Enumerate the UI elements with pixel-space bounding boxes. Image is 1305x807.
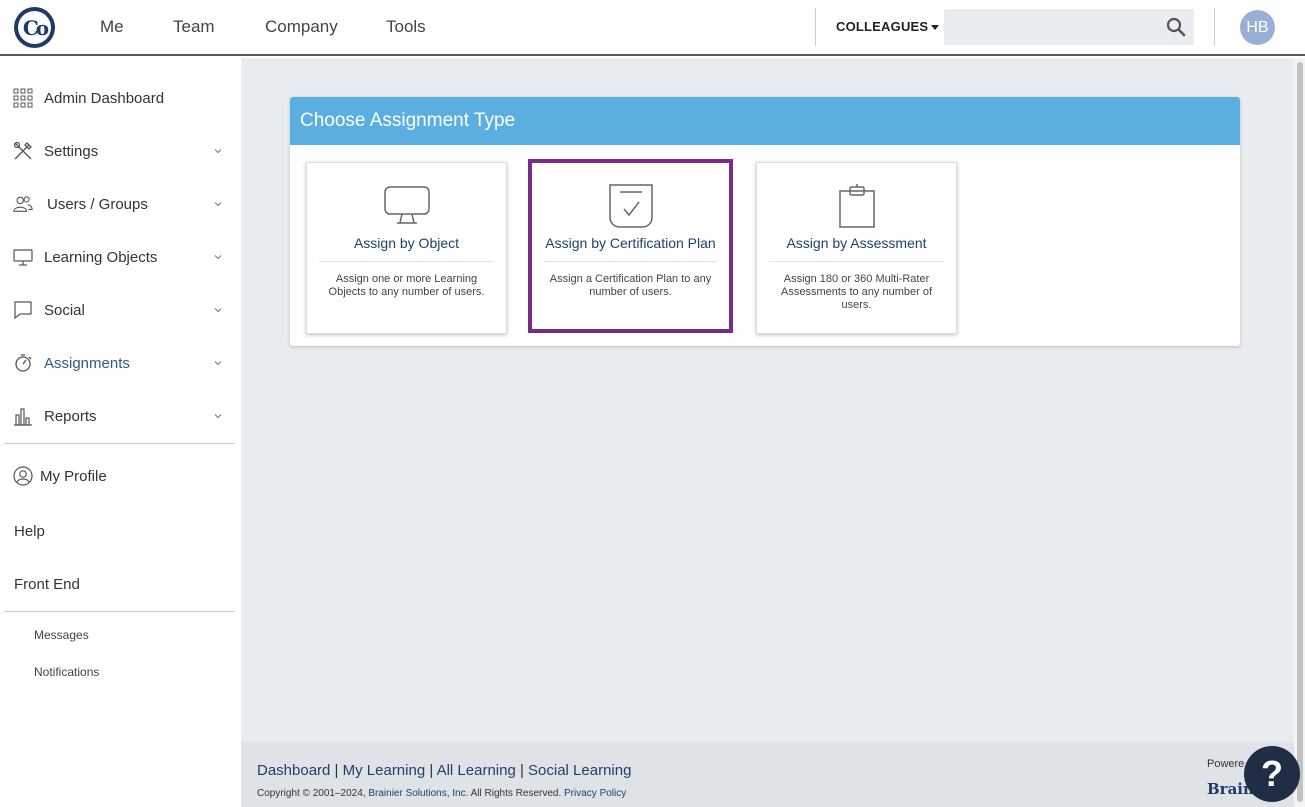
sidebar-item-reports[interactable]: Reports (0, 396, 241, 436)
nav-me[interactable]: Me (100, 17, 124, 37)
sidebar-item-label: Learning Objects (44, 248, 158, 266)
card-title: Assign by Certification Plan (545, 235, 716, 251)
scrollbar[interactable] (1294, 58, 1305, 807)
copyright: Copyright © 2001–2024, Brainier Solution… (257, 788, 626, 799)
scrollbar-thumb[interactable] (1297, 62, 1303, 802)
sidebar-item-settings[interactable]: Settings (0, 131, 241, 171)
chevron-down-icon (214, 414, 222, 419)
search-input[interactable] (944, 9, 1164, 45)
grid-icon (13, 88, 33, 108)
sidebar-item-label: Users / Groups (47, 195, 148, 213)
footer-link-my-learning[interactable]: My Learning (343, 762, 426, 779)
certificate-icon (608, 184, 653, 228)
sidebar: Admin Dashboard Settings Users / Groups … (0, 58, 241, 807)
help-button[interactable]: ? (1244, 746, 1300, 802)
sidebar-item-label: Social (44, 301, 85, 319)
sidebar-item-admin-dashboard[interactable]: Admin Dashboard (0, 78, 241, 118)
nav-tools[interactable]: Tools (386, 17, 426, 37)
search-icon[interactable] (1166, 17, 1186, 37)
search-box (944, 9, 1194, 45)
sidebar-item-label: Settings (44, 142, 99, 160)
footer-link-dashboard[interactable]: Dashboard (257, 762, 330, 779)
card-assign-by-certification-plan[interactable]: Assign by Certification Plan Assign a Ce… (528, 159, 733, 333)
card-assign-by-object[interactable]: Assign by Object Assign one or more Lear… (306, 162, 507, 334)
chevron-down-icon (214, 149, 222, 154)
top-bar: Co Me Team Company Tools COLLEAGUES HB (0, 0, 1305, 56)
copyright-text: Copyright © 2001–2024, (257, 788, 366, 799)
card-assign-by-assessment[interactable]: Assign by Assessment Assign 180 or 360 M… (756, 162, 957, 334)
sidebar-link-notifications[interactable]: Notifications (34, 665, 99, 679)
chevron-down-icon (214, 361, 222, 366)
caret-down-icon (931, 25, 940, 31)
sidebar-item-users-groups[interactable]: Users / Groups (0, 184, 241, 224)
divider (1214, 8, 1215, 46)
monitor-icon (13, 249, 33, 266)
company-link[interactable]: Brainier Solutions, Inc. (368, 788, 468, 799)
sidebar-item-label: Front End (14, 575, 80, 593)
link-separator: | (515, 762, 529, 779)
sidebar-item-assignments[interactable]: Assignments (0, 343, 241, 383)
sidebar-item-label: Assignments (44, 354, 130, 372)
nav-company[interactable]: Company (265, 17, 338, 37)
sidebar-item-label: My Profile (40, 467, 107, 485)
sidebar-link-messages[interactable]: Messages (34, 628, 89, 642)
chevron-down-icon (214, 202, 222, 207)
card-description: Assign one or more Learning Objects to a… (328, 273, 485, 298)
monitor-icon (383, 186, 430, 224)
stopwatch-icon (15, 354, 32, 372)
nav-team[interactable]: Team (173, 17, 215, 37)
colleagues-dropdown[interactable]: COLLEAGUES (836, 19, 940, 34)
card-description: Assign a Certification Plan to any numbe… (549, 273, 712, 298)
footer-link-social-learning[interactable]: Social Learning (528, 762, 631, 779)
colleagues-label: COLLEAGUES (836, 19, 929, 34)
chevron-down-icon (214, 255, 222, 260)
users-icon (13, 196, 33, 212)
clipboard-icon (838, 184, 875, 228)
card-divider (769, 261, 944, 262)
sidebar-divider (4, 443, 234, 444)
sidebar-item-front-end[interactable]: Front End (0, 564, 241, 604)
chevron-down-icon (214, 308, 222, 313)
sidebar-item-my-profile[interactable]: My Profile (0, 456, 241, 496)
card-divider (544, 261, 717, 262)
tools-icon (13, 141, 32, 160)
card-title: Assign by Assessment (786, 235, 927, 251)
sidebar-divider (4, 611, 234, 612)
powered-by-text: Powere (1207, 758, 1245, 770)
logo-mark: Co (18, 11, 51, 44)
user-circle-icon (13, 466, 33, 486)
footer-link-all-learning[interactable]: All Learning (437, 762, 516, 779)
footer-links: Dashboard | My Learning | All Learning |… (257, 762, 631, 779)
logo[interactable]: Co (14, 7, 55, 48)
bar-chart-icon (14, 408, 32, 426)
link-separator: | (330, 762, 343, 779)
privacy-policy-link[interactable]: Privacy Policy (564, 788, 626, 799)
link-separator: | (425, 762, 437, 779)
rights-text: All Rights Reserved. (470, 788, 562, 799)
card-title: Assign by Object (353, 235, 460, 251)
card-description: Assign 180 or 360 Multi-Rater Assessment… (780, 273, 932, 311)
sidebar-item-learning-objects[interactable]: Learning Objects (0, 237, 241, 277)
divider (815, 8, 816, 46)
sidebar-item-label: Help (14, 522, 45, 540)
sidebar-item-social[interactable]: Social (0, 290, 241, 330)
avatar[interactable]: HB (1240, 10, 1275, 45)
sidebar-item-label: Reports (44, 407, 97, 425)
panel-header: Choose Assignment Type (290, 97, 1240, 145)
chat-icon (14, 301, 32, 320)
sidebar-item-label: Admin Dashboard (44, 89, 165, 107)
panel-title: Choose Assignment Type (300, 110, 516, 131)
card-divider (319, 261, 494, 262)
sidebar-item-help[interactable]: Help (0, 511, 241, 551)
footer: Dashboard | My Learning | All Learning |… (241, 742, 1294, 807)
